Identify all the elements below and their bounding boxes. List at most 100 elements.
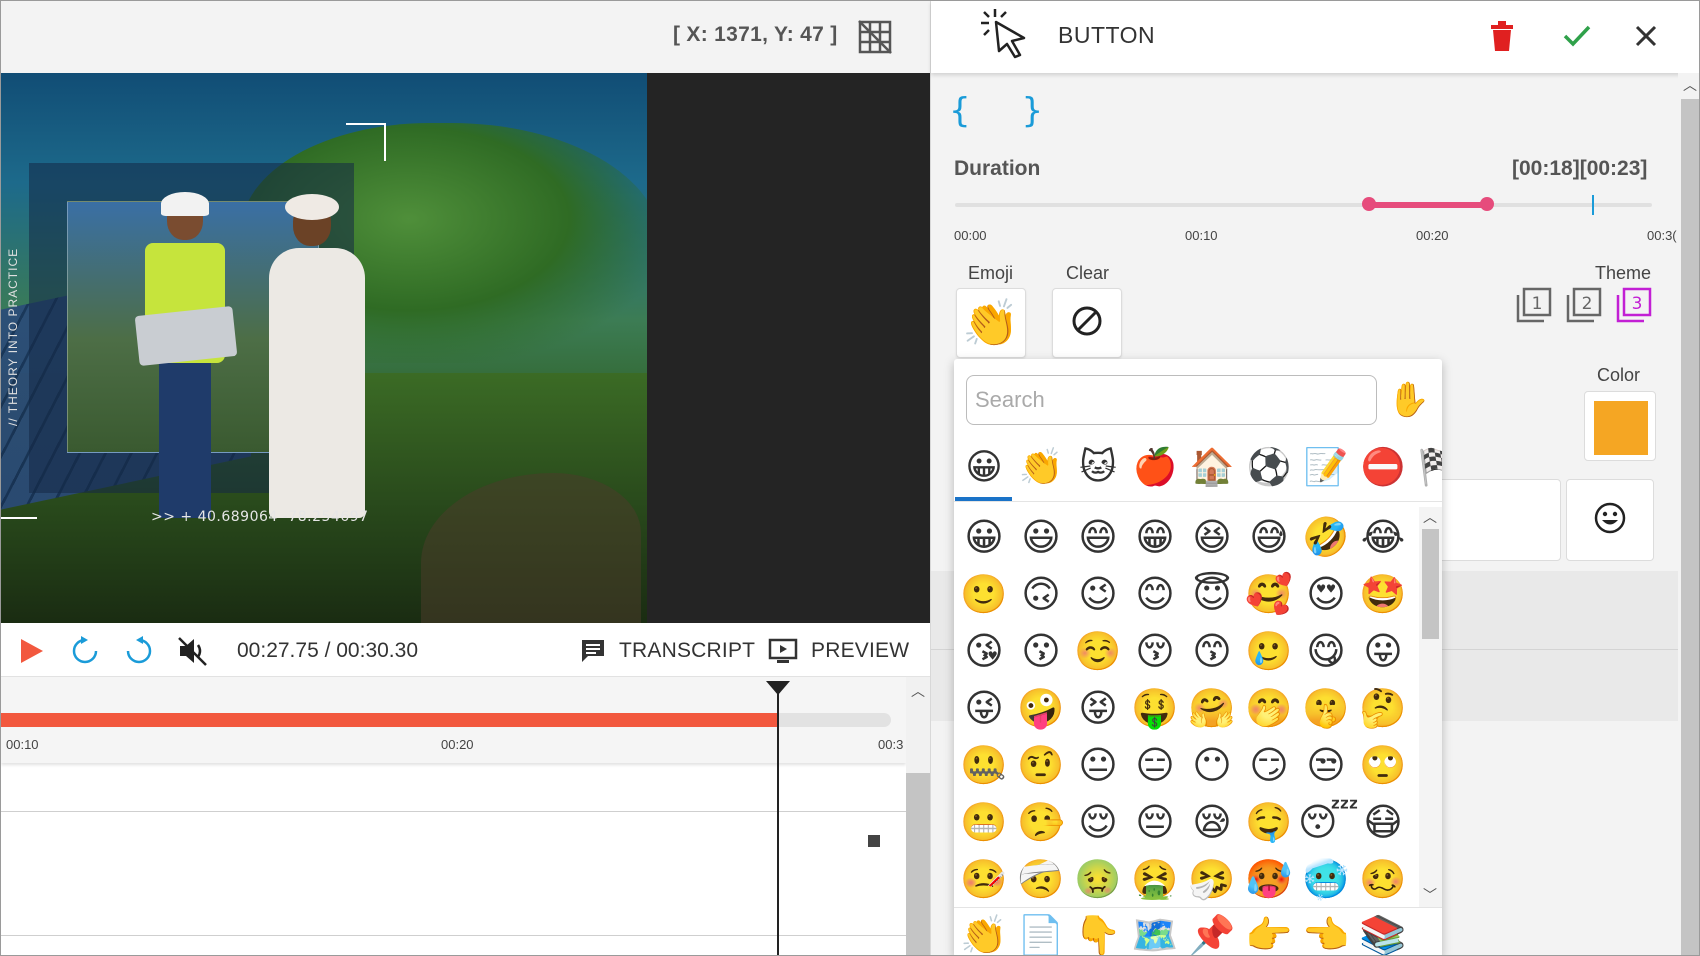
- emoji-option[interactable]: 🤭: [1241, 680, 1297, 736]
- mute-icon[interactable]: [177, 635, 209, 667]
- timeline-keyframe[interactable]: [868, 835, 880, 847]
- emoji-option[interactable]: 🤫: [1298, 680, 1354, 736]
- emoji-grid-scrollbar[interactable]: ︿ ﹀: [1419, 507, 1442, 907]
- emoji-recent-option[interactable]: 👉: [1241, 907, 1297, 955]
- emoji-option[interactable]: 🤪: [1013, 680, 1069, 736]
- emoji-recent-option[interactable]: 👏: [956, 907, 1012, 955]
- emoji-option[interactable]: 🤧: [1184, 851, 1240, 907]
- emoji-option[interactable]: 😃: [1013, 509, 1069, 565]
- emoji-option[interactable]: 😄: [1070, 509, 1126, 565]
- emoji-option[interactable]: 😂: [1355, 509, 1411, 565]
- emoji-recent-option[interactable]: 🗺️: [1127, 907, 1183, 955]
- emoji-option[interactable]: 😘: [956, 623, 1012, 679]
- duration-range[interactable]: [1369, 202, 1487, 208]
- emoji-option[interactable]: ☺️: [1070, 623, 1126, 679]
- emoji-category-tab[interactable]: 🍎: [1127, 439, 1183, 495]
- emoji-category-tab[interactable]: 📝: [1298, 439, 1354, 495]
- emoji-option[interactable]: 🙂: [956, 566, 1012, 622]
- emoji-option[interactable]: 😬: [956, 794, 1012, 850]
- emoji-option[interactable]: 🤤: [1241, 794, 1297, 850]
- emoji-option[interactable]: 😋: [1298, 623, 1354, 679]
- emoji-option[interactable]: 😙: [1184, 623, 1240, 679]
- emoji-recent-option[interactable]: 📚: [1355, 907, 1411, 955]
- emoji-option[interactable]: 🙄: [1355, 737, 1411, 793]
- transcript-button[interactable]: TRANSCRIPT: [619, 639, 755, 663]
- emoji-option[interactable]: 😍: [1298, 566, 1354, 622]
- duration-end-handle[interactable]: [1480, 197, 1494, 211]
- emoji-option[interactable]: 😌: [1070, 794, 1126, 850]
- emoji-option[interactable]: 🥲: [1241, 623, 1297, 679]
- json-braces-button[interactable]: { }: [949, 91, 1063, 131]
- playhead-handle[interactable]: [766, 681, 790, 695]
- color-picker-button[interactable]: [1584, 391, 1656, 461]
- replay-icon[interactable]: [69, 635, 101, 667]
- emoji-option[interactable]: 🥵: [1241, 851, 1297, 907]
- emoji-category-tab[interactable]: 😀: [956, 439, 1012, 495]
- emoji-option[interactable]: 😀: [956, 509, 1012, 565]
- clear-button[interactable]: [1052, 288, 1122, 358]
- emoji-option[interactable]: 😗: [1013, 623, 1069, 679]
- emoji-search-input[interactable]: [966, 375, 1377, 425]
- close-icon[interactable]: [1634, 24, 1658, 53]
- scroll-up-icon[interactable]: ︿: [1423, 507, 1437, 527]
- emoji-option[interactable]: 😒: [1298, 737, 1354, 793]
- grid-toggle-icon[interactable]: [857, 19, 893, 55]
- duration-track[interactable]: [955, 203, 1652, 207]
- theme-2-icon[interactable]: 2: [1566, 287, 1602, 328]
- timeline-scrollbar[interactable]: ︿: [906, 677, 930, 955]
- emoji-option[interactable]: 😔: [1127, 794, 1183, 850]
- emoji-option[interactable]: 😚: [1127, 623, 1183, 679]
- emoji-option[interactable]: 🤩: [1355, 566, 1411, 622]
- emoji-recent-option[interactable]: 📌: [1184, 907, 1240, 955]
- emoji-option[interactable]: 🤨: [1013, 737, 1069, 793]
- emoji-option[interactable]: 😝: [1070, 680, 1126, 736]
- skin-tone-button[interactable]: ✋: [1386, 375, 1432, 425]
- forward-icon[interactable]: [123, 635, 155, 667]
- timeline[interactable]: 00:10 00:20 00:3: [1, 677, 906, 955]
- emoji-category-tab[interactable]: ⛔: [1355, 439, 1411, 495]
- scroll-down-icon[interactable]: ﹀: [1423, 885, 1437, 905]
- emoji-option[interactable]: 🤑: [1127, 680, 1183, 736]
- play-icon[interactable]: [15, 635, 47, 667]
- theme-3-icon[interactable]: 3: [1616, 287, 1652, 328]
- emoji-category-tab[interactable]: 🐱: [1070, 439, 1126, 495]
- emoji-option[interactable]: 🙃: [1013, 566, 1069, 622]
- insert-emoji-button[interactable]: [1566, 479, 1654, 561]
- emoji-option[interactable]: 😁: [1127, 509, 1183, 565]
- emoji-option[interactable]: 😉: [1070, 566, 1126, 622]
- emoji-option[interactable]: 😊: [1127, 566, 1183, 622]
- emoji-recent-option[interactable]: 👇: [1070, 907, 1126, 955]
- emoji-option[interactable]: 🤒: [956, 851, 1012, 907]
- emoji-recent-option[interactable]: 📄: [1013, 907, 1069, 955]
- emoji-option[interactable]: 😛: [1355, 623, 1411, 679]
- preview-icon[interactable]: [767, 635, 799, 667]
- delete-icon[interactable]: [1490, 21, 1514, 56]
- emoji-option[interactable]: 🤢: [1070, 851, 1126, 907]
- emoji-option[interactable]: 🤮: [1127, 851, 1183, 907]
- emoji-category-tab[interactable]: 👏: [1013, 439, 1069, 495]
- scroll-up-icon[interactable]: ︿: [1683, 75, 1697, 95]
- panel-scrollbar[interactable]: ︿: [1678, 73, 1699, 955]
- emoji-option[interactable]: 😇: [1184, 566, 1240, 622]
- emoji-option[interactable]: 😅: [1241, 509, 1297, 565]
- emoji-option[interactable]: 🤔: [1355, 680, 1411, 736]
- emoji-option[interactable]: 😑: [1127, 737, 1183, 793]
- emoji-category-tab[interactable]: 🏠: [1184, 439, 1240, 495]
- transcript-icon[interactable]: [577, 635, 609, 667]
- emoji-option[interactable]: 🤗: [1184, 680, 1240, 736]
- theme-1-icon[interactable]: 1: [1516, 287, 1552, 328]
- preview-button[interactable]: PREVIEW: [811, 639, 909, 663]
- emoji-option[interactable]: 😪: [1184, 794, 1240, 850]
- video-canvas[interactable]: // THEORY INTO PRACTICE >> + 40.689064 -…: [1, 73, 930, 623]
- confirm-icon[interactable]: [1562, 23, 1592, 54]
- emoji-option[interactable]: 🥶: [1298, 851, 1354, 907]
- emoji-option[interactable]: 😏: [1241, 737, 1297, 793]
- duration-start-handle[interactable]: [1362, 197, 1376, 211]
- emoji-option[interactable]: 🤣: [1298, 509, 1354, 565]
- emoji-recent-option[interactable]: 👈: [1298, 907, 1354, 955]
- emoji-option[interactable]: 😐: [1070, 737, 1126, 793]
- emoji-option[interactable]: 🥰: [1241, 566, 1297, 622]
- scroll-up-icon[interactable]: ︿: [911, 681, 925, 701]
- emoji-option[interactable]: 😶: [1184, 737, 1240, 793]
- emoji-option[interactable]: 😴: [1298, 794, 1359, 850]
